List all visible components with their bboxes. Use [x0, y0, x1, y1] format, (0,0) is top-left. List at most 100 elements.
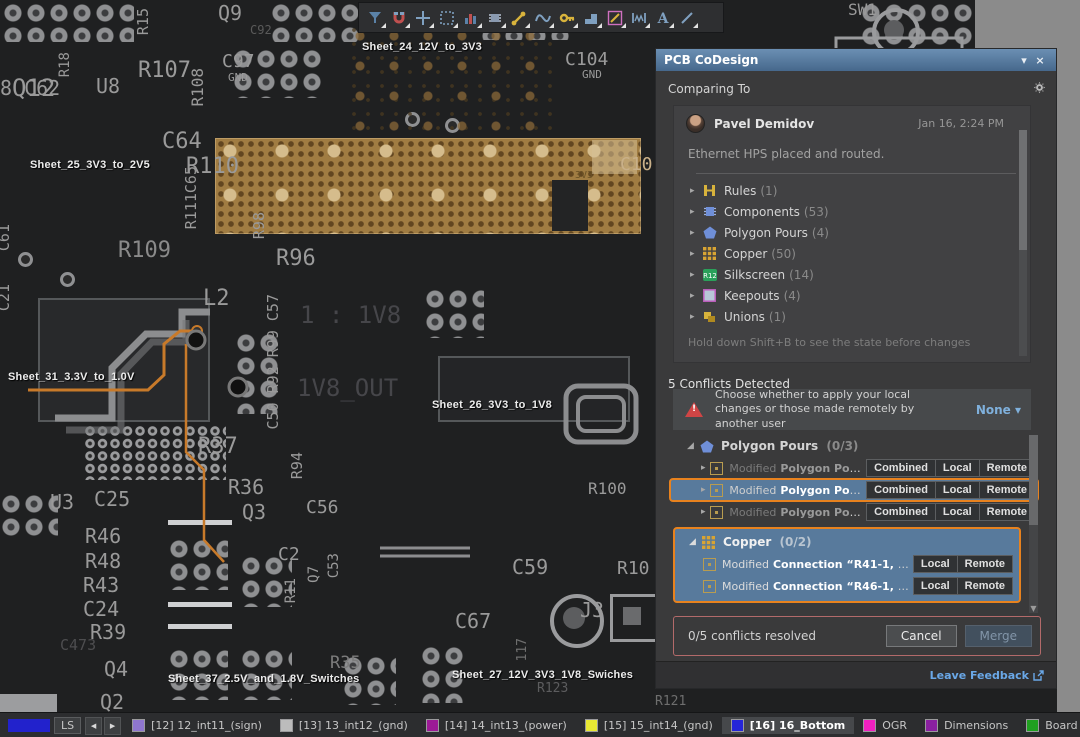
cancel-button[interactable]: Cancel [886, 625, 957, 647]
tree-item-components[interactable]: ▸Components(53) [674, 201, 1030, 222]
move-cross-icon[interactable] [411, 5, 435, 30]
pcb-label: R98 [252, 212, 267, 239]
layer-tab--14-14-int13-power-[interactable]: [14] 14_int13_(power) [417, 717, 576, 734]
expand-arrow-icon[interactable]: ▸ [701, 463, 710, 473]
pcb-label: Q7 [307, 566, 321, 583]
local-button[interactable]: Local [936, 459, 980, 477]
local-button[interactable]: Local [913, 577, 958, 595]
expand-arrow-icon[interactable]: ▸ [690, 228, 702, 238]
polygon-step-icon[interactable] [579, 5, 603, 30]
pcb-label: C50 R92 R99 C57 [266, 294, 281, 429]
remote-button[interactable]: Remote [980, 503, 1035, 521]
tune-wave-icon[interactable] [531, 5, 555, 30]
scroll-left-icon[interactable]: ◀ [85, 717, 102, 735]
combined-button[interactable]: Combined [866, 481, 936, 499]
panel-close-icon[interactable]: × [1032, 54, 1048, 67]
tree-item-copper[interactable]: ▸Copper(50) [674, 243, 1030, 264]
route-icon[interactable] [507, 5, 531, 30]
layer-tab-board-shape[interactable]: Board Shape [1017, 717, 1080, 734]
expand-arrow-icon[interactable]: ▸ [690, 312, 702, 322]
pcb-label: GND [582, 69, 602, 80]
conflict-row[interactable]: ModifiedConnection “R41-1, R43-2” Net...… [675, 553, 1019, 575]
group-polygon-pours[interactable]: ◢ Polygon Pours (0/3) [673, 435, 1041, 457]
pcb-label: C104 [565, 51, 608, 69]
expand-arrow-icon[interactable]: ▸ [690, 270, 702, 280]
conflict-row[interactable]: ▸ ModifiedPolygon Pour “12_I... Combined… [673, 457, 1041, 479]
layer-tab--13-13-int12-gnd-[interactable]: [13] 13_int12_(gnd) [271, 717, 417, 734]
panel-dropdown-icon[interactable]: ▾ [1016, 54, 1032, 67]
select-area-icon[interactable] [435, 5, 459, 30]
pcb-label: R43 [83, 575, 119, 595]
place-slash-icon[interactable] [675, 5, 699, 30]
group-copper[interactable]: ◢ Copper (0/2) [675, 531, 1019, 553]
pcb-label: C2 [278, 546, 300, 564]
filter-icon[interactable] [363, 5, 387, 30]
pcb-label: R96 [276, 248, 316, 270]
tree-item-label: Keepouts [724, 289, 780, 303]
tree-item-rules[interactable]: ▸Rules(1) [674, 180, 1030, 201]
scroll-down-icon[interactable]: ▼ [1029, 604, 1038, 613]
local-button[interactable]: Local [936, 481, 980, 499]
key-icon[interactable] [555, 5, 579, 30]
tree-item-silkscreen[interactable]: ▸R12Silkscreen(14) [674, 264, 1030, 285]
place-component-icon[interactable] [483, 5, 507, 30]
layer-tab-label: [14] 14_int13_(power) [445, 719, 567, 732]
resolution-footer: 0/5 conflicts resolved Cancel Merge [673, 616, 1041, 656]
expand-arrow-icon[interactable]: ▸ [690, 207, 702, 217]
expand-arrow-icon[interactable]: ▸ [690, 291, 702, 301]
pcb-label: C473 [60, 638, 96, 653]
layer-color-swatch [426, 719, 439, 732]
remote-button[interactable]: Remote [980, 459, 1035, 477]
pcb-label: Sheet_37_2.5V_and_1.8V_Switches [168, 674, 359, 685]
local-button[interactable]: Local [936, 503, 980, 521]
union-icon [702, 310, 717, 324]
combined-button[interactable]: Combined [866, 459, 936, 477]
combined-button[interactable]: Combined [866, 503, 936, 521]
layer-tab--12-12-int11-sign-[interactable]: [12] 12_int11_(sign) [123, 717, 271, 734]
layer-tab--15-15-int14-gnd-[interactable]: [15] 15_int14_(gnd) [576, 717, 722, 734]
conflict-row[interactable]: ▸ ModifiedPolygon Pour “5_int... Combine… [673, 501, 1041, 523]
collapse-arrow-icon[interactable]: ◢ [689, 537, 701, 547]
expand-arrow-icon[interactable]: ▸ [701, 485, 710, 495]
layer-tab--16-16-bottom[interactable]: [16] 16_Bottom [722, 717, 854, 734]
place-text-icon[interactable]: A [651, 5, 675, 30]
pcb-label: C67 [455, 611, 491, 631]
expand-arrow-icon[interactable]: ▸ [701, 507, 710, 517]
conflict-row-selected[interactable]: ▸ ModifiedPolygon Pour “16_B... Combined… [673, 479, 1041, 501]
copper-icon [701, 535, 716, 549]
leave-feedback-link[interactable]: Leave Feedback [930, 669, 1044, 682]
app-window: Q9R15C92Q128 C62U8R18R107R108C97GNDC104G… [0, 0, 1080, 737]
magnet-snap-icon[interactable] [387, 5, 411, 30]
local-button[interactable]: Local [913, 555, 958, 573]
panel-header[interactable]: PCB CoDesign ▾ × [656, 49, 1056, 71]
layer-tab-ogr[interactable]: OGR [854, 717, 916, 734]
pcb-label: R108 [190, 68, 206, 107]
board-insight-icon[interactable] [459, 5, 483, 30]
tree-item-polygon-pours[interactable]: ▸Polygon Pours(4) [674, 222, 1030, 243]
pcb-label: R48 [85, 551, 121, 571]
conflict-scrollbar[interactable]: ▼ [1029, 435, 1038, 613]
pcb-label: Sheet_26_3V3_to_1V8 [432, 400, 552, 411]
layer-tab-dimensions[interactable]: Dimensions [916, 717, 1017, 734]
layer-set-button[interactable]: LS [54, 717, 81, 734]
scroll-right-icon[interactable]: ▶ [104, 717, 121, 735]
pcb-label: L2 [203, 288, 230, 310]
conflict-row[interactable]: ModifiedConnection “R46-1, R47-2” A10_..… [675, 575, 1019, 597]
measure-icon[interactable] [627, 5, 651, 30]
card-scrollbar[interactable] [1019, 130, 1027, 356]
pcb-label: R123 [537, 682, 568, 695]
tree-item-unions[interactable]: ▸Unions(1) [674, 306, 1030, 327]
collapse-arrow-icon[interactable]: ◢ [687, 441, 699, 451]
gear-icon[interactable] [1033, 81, 1046, 97]
expand-arrow-icon[interactable]: ▸ [690, 249, 702, 259]
remote-button[interactable]: Remote [980, 481, 1035, 499]
tree-item-keepouts[interactable]: ▸Keepouts(4) [674, 285, 1030, 306]
draw-line-icon[interactable] [603, 5, 627, 30]
external-link-icon [1033, 670, 1044, 681]
remote-button[interactable]: Remote [958, 577, 1013, 595]
resolve-all-dropdown[interactable]: None ▾ [976, 403, 1021, 417]
expand-arrow-icon[interactable]: ▸ [690, 186, 702, 196]
merge-button[interactable]: Merge [965, 625, 1032, 647]
remote-button[interactable]: Remote [958, 555, 1013, 573]
pcb-label: R10 [617, 560, 650, 578]
